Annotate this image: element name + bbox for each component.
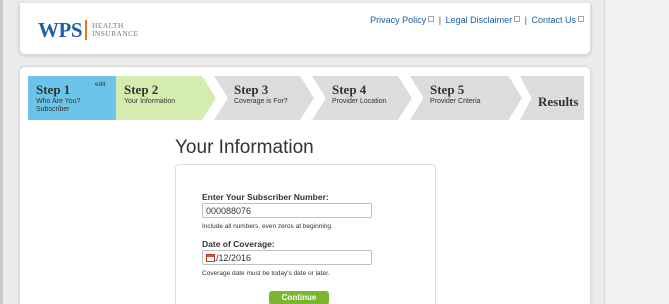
page-title: Your Information xyxy=(175,137,314,158)
continue-button[interactable]: Continue xyxy=(269,291,329,304)
calendar-icon[interactable] xyxy=(206,254,215,262)
step-3-coverage: Step 3 Coverage is For? xyxy=(214,76,314,120)
link-separator: | xyxy=(524,15,527,25)
logo-wordmark: WPS xyxy=(38,17,83,42)
logo-tagline: HEALTH INSURANCE xyxy=(92,22,139,38)
legal-disclaimer-link[interactable]: Legal Disclaimer xyxy=(446,15,513,25)
coverage-date-label: Date of Coverage: xyxy=(202,239,275,249)
step-3-subtitle: Coverage is For? xyxy=(234,98,288,105)
logo-tagline-line2: INSURANCE xyxy=(92,29,139,38)
step-5-subtitle: Provider Criteria xyxy=(430,98,481,105)
step-1-title: Step 1 xyxy=(36,82,71,97)
step-4-title: Step 4 xyxy=(332,82,367,97)
subscriber-number-hint: Include all numbers, even zeros at begin… xyxy=(202,223,333,230)
step-1-subscriber[interactable]: Step 1 edit Who Are You? Subscriber xyxy=(28,76,116,120)
step-1-subtitle-line2: Subscriber xyxy=(36,106,70,113)
step-2-your-information: Step 2 Your Information xyxy=(116,76,216,120)
main-panel: Step 1 edit Who Are You? Subscriber Step… xyxy=(19,66,591,304)
step-5-provider-criteria: Step 5 Provider Criteria xyxy=(410,76,522,120)
step-1-subtitle: Who Are You? Subscriber xyxy=(36,98,80,114)
step-5-title: Step 5 xyxy=(430,82,465,97)
subscriber-number-label: Enter Your Subscriber Number: xyxy=(202,192,329,202)
link-separator: | xyxy=(438,15,442,25)
step-1-edit-link[interactable]: edit xyxy=(95,81,105,88)
privacy-policy-link[interactable]: Privacy Policy xyxy=(370,15,426,25)
logo-divider xyxy=(85,20,88,40)
header: WPS HEALTH INSURANCE Privacy Policy | Le… xyxy=(19,3,591,55)
step-4-provider-location: Step 4 Provider Location xyxy=(312,76,412,120)
coverage-date-input[interactable] xyxy=(202,250,372,265)
coverage-date-hint: Coverage date must be today's date or la… xyxy=(202,270,330,277)
step-1-subtitle-line1: Who Are You? xyxy=(36,98,81,105)
contact-us-link[interactable]: Contact Us xyxy=(531,15,576,25)
step-results: Results xyxy=(520,76,584,120)
step-results-title: Results xyxy=(538,94,579,109)
step-2-subtitle: Your Information xyxy=(124,98,176,105)
step-2-title: Step 2 xyxy=(124,82,159,97)
subscriber-number-input[interactable] xyxy=(202,203,372,218)
external-link-icon xyxy=(578,16,584,22)
window-frame-left xyxy=(0,0,3,304)
step-progress-bar: Step 1 edit Who Are You? Subscriber Step… xyxy=(28,76,584,120)
window-frame-right xyxy=(604,0,669,304)
external-link-icon xyxy=(514,16,521,22)
step-3-title: Step 3 xyxy=(234,82,269,97)
step-4-subtitle: Provider Location xyxy=(332,98,387,105)
subscriber-form: Enter Your Subscriber Number: Include al… xyxy=(175,164,436,304)
top-links: Privacy Policy | Legal Disclaimer | Cont… xyxy=(370,15,584,25)
external-link-icon xyxy=(428,16,435,22)
wps-logo[interactable]: WPS HEALTH INSURANCE xyxy=(38,17,139,42)
